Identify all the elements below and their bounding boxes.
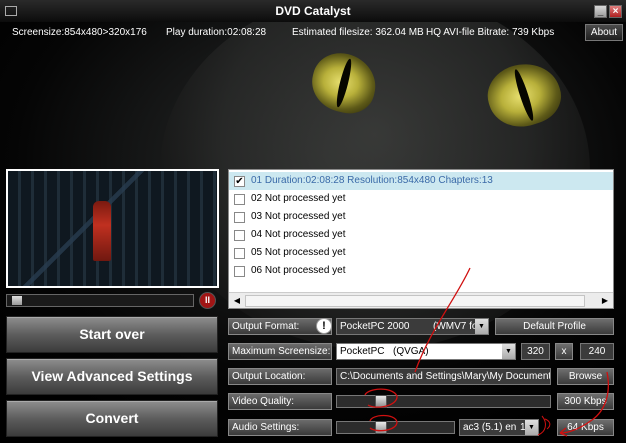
annotation-marks xyxy=(364,267,609,437)
